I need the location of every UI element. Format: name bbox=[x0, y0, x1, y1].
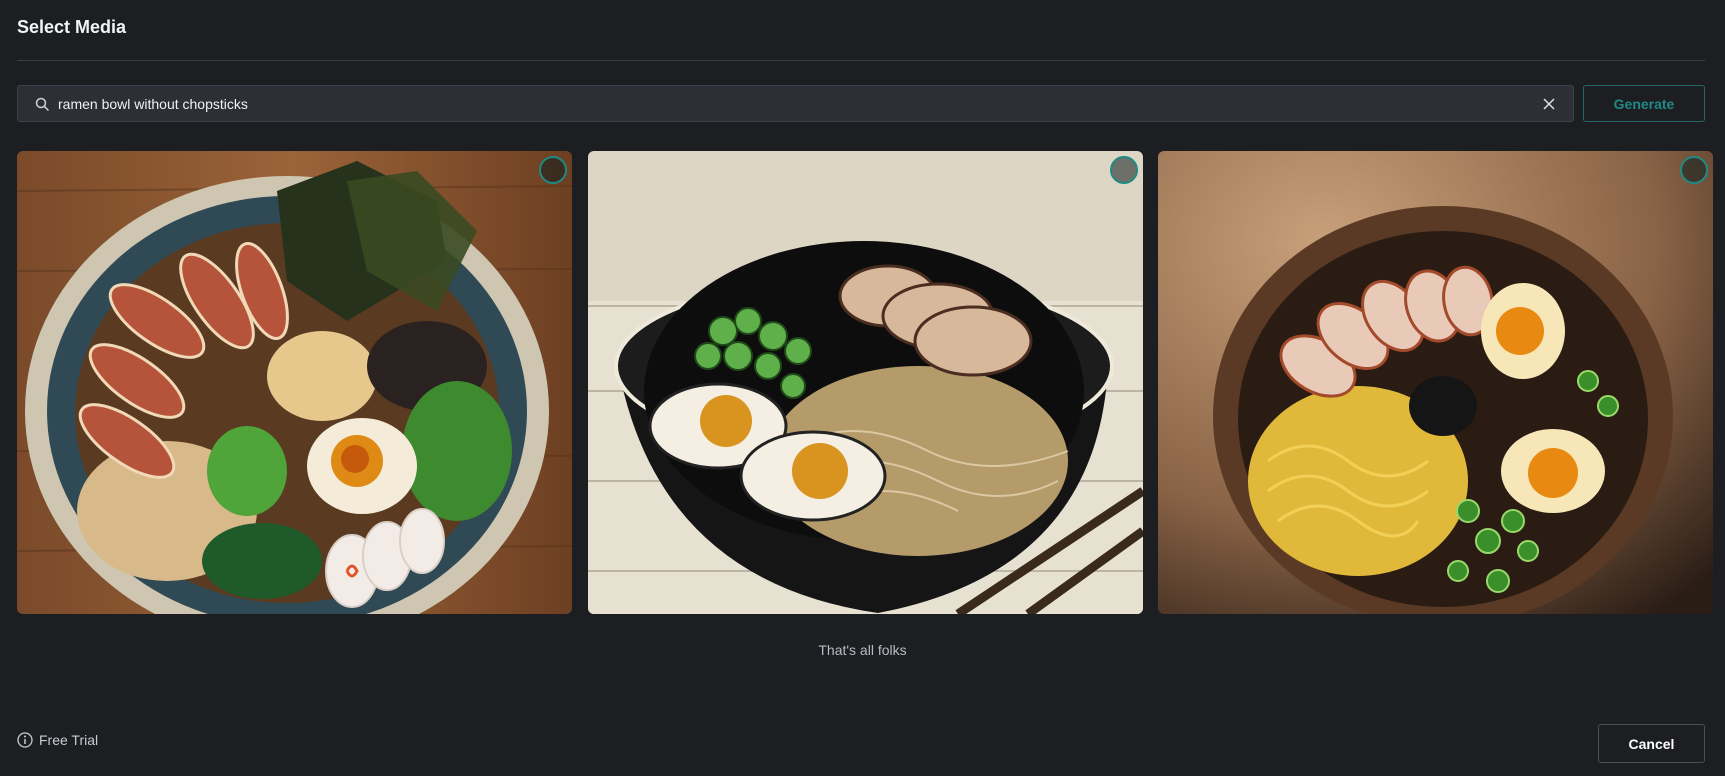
search-input[interactable] bbox=[58, 86, 1541, 121]
ramen-image-1 bbox=[17, 151, 572, 614]
select-circle-2[interactable] bbox=[1110, 156, 1138, 184]
free-trial-label: Free Trial bbox=[39, 732, 99, 748]
header-divider bbox=[17, 60, 1705, 61]
generate-button[interactable]: Generate bbox=[1583, 85, 1705, 122]
end-of-results-note: That's all folks bbox=[818, 642, 907, 658]
dialog-title: Select Media bbox=[17, 17, 127, 37]
media-tile-3[interactable] bbox=[1158, 151, 1713, 614]
select-circle-1[interactable] bbox=[539, 156, 567, 184]
close-icon[interactable] bbox=[1541, 96, 1557, 112]
media-tile-1[interactable] bbox=[17, 151, 572, 614]
ramen-image-3 bbox=[1158, 151, 1713, 614]
info-icon bbox=[17, 732, 33, 748]
cancel-button[interactable]: Cancel bbox=[1598, 724, 1705, 763]
free-trial-indicator[interactable]: Free Trial bbox=[17, 732, 98, 748]
media-tile-2[interactable] bbox=[588, 151, 1143, 614]
select-circle-3[interactable] bbox=[1680, 156, 1708, 184]
search-icon bbox=[34, 96, 50, 112]
ramen-image-2 bbox=[588, 151, 1143, 614]
search-bar bbox=[17, 85, 1574, 122]
